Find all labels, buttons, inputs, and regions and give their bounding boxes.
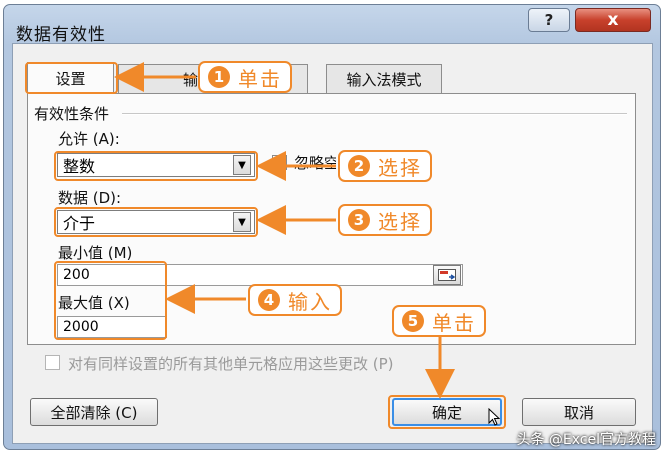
callout-step-5: 5 单击 [392, 305, 486, 337]
step-4-text: 输入 [288, 289, 332, 314]
step-5-number: 5 [402, 310, 424, 332]
callout-step-2: 2 选择 [338, 150, 432, 182]
step-3-text: 选择 [378, 209, 422, 234]
step-5-text: 单击 [432, 310, 476, 335]
step-4-number: 4 [258, 289, 280, 311]
step-2-number: 2 [348, 155, 370, 177]
step-3-number: 3 [348, 209, 370, 231]
highlight-settings-tab [25, 62, 118, 94]
watermark-text: 头条 @Excel官方教程 [516, 432, 656, 448]
step-2-text: 选择 [378, 155, 422, 180]
highlight-ok-button [388, 395, 506, 429]
highlight-min-max [54, 261, 167, 340]
step-1-number: 1 [208, 66, 230, 88]
callout-step-3: 3 选择 [338, 204, 432, 236]
step-1-text: 单击 [238, 66, 282, 91]
callout-step-1: 1 单击 [198, 61, 292, 93]
callout-step-4: 4 输入 [248, 284, 342, 316]
highlight-allow-select [54, 151, 258, 181]
highlight-data-select [54, 207, 258, 237]
